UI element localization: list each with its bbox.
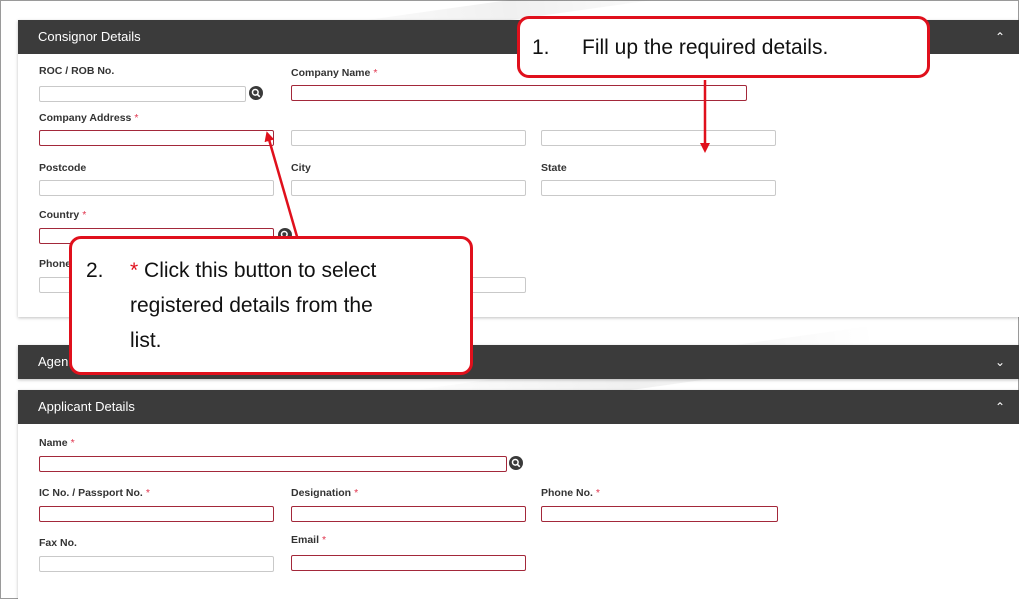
callout-select-registered: 2. * Click this button to select registe… bbox=[69, 236, 473, 375]
callout-1-text: Fill up the required details. bbox=[582, 36, 829, 59]
callout-2-number: 2. bbox=[86, 259, 104, 282]
callout-2-line-2: registered details from the bbox=[130, 294, 373, 317]
arrow-to-search-button bbox=[264, 131, 300, 241]
callout-2-line-1: Click this button to select bbox=[144, 259, 377, 282]
callout-fill-required: 1. Fill up the required details. bbox=[517, 16, 930, 78]
callout-2-line-3: list. bbox=[130, 329, 162, 352]
callout-1-number: 1. bbox=[532, 36, 550, 59]
callout-2-star: * bbox=[130, 259, 139, 282]
